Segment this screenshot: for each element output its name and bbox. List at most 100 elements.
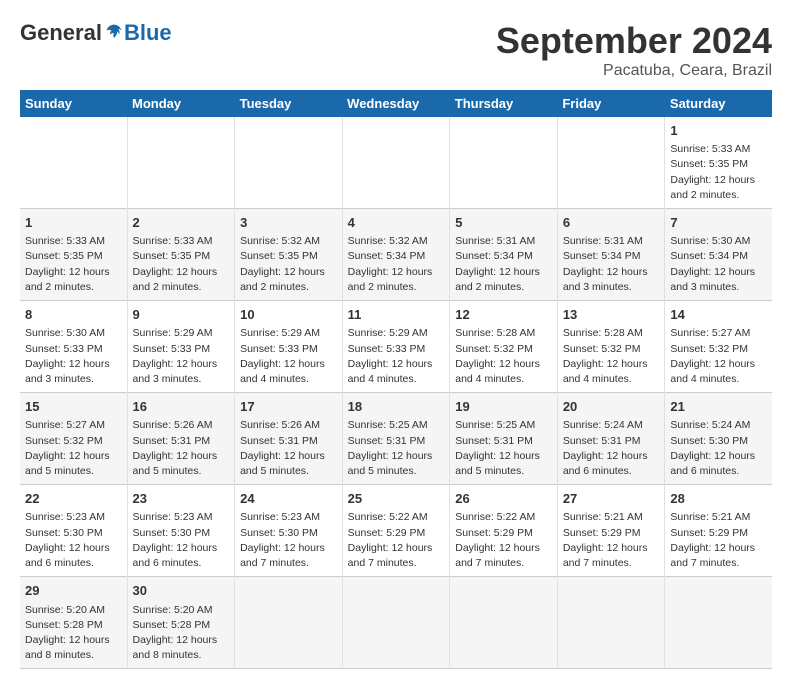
calendar-cell: 9Sunrise: 5:29 AMSunset: 5:33 PMDaylight… xyxy=(127,301,235,393)
calendar-week-row: 22 Sunrise: 5:23 AMSunset: 5:30 PMDayligh… xyxy=(20,485,772,577)
calendar-cell: 4Sunrise: 5:32 AMSunset: 5:34 PMDaylight… xyxy=(342,209,450,301)
day-info: Sunrise: 5:26 AMSunset: 5:31 PMDaylight:… xyxy=(133,418,230,479)
calendar-cell: 12 Sunrise: 5:28 AMSunset: 5:32 PMDayligh… xyxy=(450,301,558,393)
header-friday: Friday xyxy=(557,90,665,117)
day-info: Sunrise: 5:30 AMSunset: 5:33 PMDaylight:… xyxy=(25,326,122,387)
day-info: Sunrise: 5:30 AMSunset: 5:34 PMDaylight:… xyxy=(670,234,767,295)
calendar-week-row: 1 Sunrise: 5:33 AMSunset: 5:35 PMDaylight… xyxy=(20,209,772,301)
calendar-cell xyxy=(450,577,558,669)
header-sunday: Sunday xyxy=(20,90,127,117)
header-thursday: Thursday xyxy=(450,90,558,117)
header-tuesday: Tuesday xyxy=(235,90,343,117)
calendar-cell: 29Sunrise: 5:20 AMSunset: 5:28 PMDayligh… xyxy=(20,577,127,669)
day-number: 14 xyxy=(670,306,767,324)
day-info: Sunrise: 5:33 AMSunset: 5:35 PMDaylight:… xyxy=(670,142,767,203)
header-monday: Monday xyxy=(127,90,235,117)
day-number: 29 xyxy=(25,582,122,600)
day-number: 5 xyxy=(455,214,552,232)
day-info: Sunrise: 5:29 AMSunset: 5:33 PMDaylight:… xyxy=(133,326,230,387)
calendar-cell: 5 Sunrise: 5:31 AMSunset: 5:34 PMDaylight… xyxy=(450,209,558,301)
day-number: 25 xyxy=(348,490,445,508)
calendar-cell: 27 Sunrise: 5:21 AMSunset: 5:29 PMDayligh… xyxy=(557,485,665,577)
day-info: Sunrise: 5:26 AMSunset: 5:31 PMDaylight:… xyxy=(240,418,337,479)
day-number: 24 xyxy=(240,490,337,508)
calendar-cell xyxy=(557,117,665,209)
day-info: Sunrise: 5:31 AMSunset: 5:34 PMDaylight:… xyxy=(563,234,660,295)
calendar-cell: 28 Sunrise: 5:21 AMSunset: 5:29 PMDayligh… xyxy=(665,485,772,577)
month-title: September 2024 xyxy=(496,20,772,62)
calendar-table: SundayMondayTuesdayWednesdayThursdayFrid… xyxy=(20,90,772,669)
day-info: Sunrise: 5:27 AMSunset: 5:32 PMDaylight:… xyxy=(25,418,122,479)
day-info: Sunrise: 5:21 AMSunset: 5:29 PMDaylight:… xyxy=(563,510,660,571)
calendar-cell xyxy=(557,577,665,669)
day-info: Sunrise: 5:33 AMSunset: 5:35 PMDaylight:… xyxy=(133,234,230,295)
logo-blue: Blue xyxy=(124,20,172,46)
day-info: Sunrise: 5:23 AMSunset: 5:30 PMDaylight:… xyxy=(240,510,337,571)
calendar-cell: 1 Sunrise: 5:33 AMSunset: 5:35 PMDaylight… xyxy=(665,117,772,209)
calendar-cell: 23Sunrise: 5:23 AMSunset: 5:30 PMDayligh… xyxy=(127,485,235,577)
calendar-cell xyxy=(235,577,343,669)
day-info: Sunrise: 5:27 AMSunset: 5:32 PMDaylight:… xyxy=(670,326,767,387)
day-number: 17 xyxy=(240,398,337,416)
calendar-cell xyxy=(127,117,235,209)
day-info: Sunrise: 5:22 AMSunset: 5:29 PMDaylight:… xyxy=(348,510,445,571)
day-number: 1 xyxy=(670,122,767,140)
day-number: 10 xyxy=(240,306,337,324)
calendar-cell: 25 Sunrise: 5:22 AMSunset: 5:29 PMDayligh… xyxy=(342,485,450,577)
calendar-cell: 30Sunrise: 5:20 AMSunset: 5:28 PMDayligh… xyxy=(127,577,235,669)
day-info: Sunrise: 5:32 AMSunset: 5:35 PMDaylight:… xyxy=(240,234,337,295)
calendar-header-row: SundayMondayTuesdayWednesdayThursdayFrid… xyxy=(20,90,772,117)
day-number: 7 xyxy=(670,214,767,232)
calendar-cell: 22 Sunrise: 5:23 AMSunset: 5:30 PMDayligh… xyxy=(20,485,127,577)
day-info: Sunrise: 5:25 AMSunset: 5:31 PMDaylight:… xyxy=(455,418,552,479)
logo-general: General xyxy=(20,20,102,46)
calendar-cell: 15Sunrise: 5:27 AMSunset: 5:32 PMDayligh… xyxy=(20,393,127,485)
header-wednesday: Wednesday xyxy=(342,90,450,117)
day-number: 28 xyxy=(670,490,767,508)
day-number: 18 xyxy=(348,398,445,416)
calendar-cell: 13 Sunrise: 5:28 AMSunset: 5:32 PMDayligh… xyxy=(557,301,665,393)
day-number: 3 xyxy=(240,214,337,232)
calendar-cell xyxy=(235,117,343,209)
day-info: Sunrise: 5:21 AMSunset: 5:29 PMDaylight:… xyxy=(670,510,767,571)
day-number: 21 xyxy=(670,398,767,416)
header: General Blue September 2024 Pacatuba, Ce… xyxy=(20,20,772,80)
day-number: 26 xyxy=(455,490,552,508)
calendar-week-row: 15Sunrise: 5:27 AMSunset: 5:32 PMDayligh… xyxy=(20,393,772,485)
day-number: 2 xyxy=(133,214,230,232)
calendar-cell: 18 Sunrise: 5:25 AMSunset: 5:31 PMDayligh… xyxy=(342,393,450,485)
day-info: Sunrise: 5:31 AMSunset: 5:34 PMDaylight:… xyxy=(455,234,552,295)
day-info: Sunrise: 5:24 AMSunset: 5:31 PMDaylight:… xyxy=(563,418,660,479)
day-info: Sunrise: 5:24 AMSunset: 5:30 PMDaylight:… xyxy=(670,418,767,479)
calendar-cell: 21 Sunrise: 5:24 AMSunset: 5:30 PMDayligh… xyxy=(665,393,772,485)
calendar-cell: 10 Sunrise: 5:29 AMSunset: 5:33 PMDayligh… xyxy=(235,301,343,393)
calendar-cell: 7 Sunrise: 5:30 AMSunset: 5:34 PMDaylight… xyxy=(665,209,772,301)
day-info: Sunrise: 5:23 AMSunset: 5:30 PMDaylight:… xyxy=(25,510,122,571)
day-info: Sunrise: 5:29 AMSunset: 5:33 PMDaylight:… xyxy=(240,326,337,387)
calendar-cell: 14 Sunrise: 5:27 AMSunset: 5:32 PMDayligh… xyxy=(665,301,772,393)
calendar-week-row: 1 Sunrise: 5:33 AMSunset: 5:35 PMDaylight… xyxy=(20,117,772,209)
day-number: 22 xyxy=(25,490,122,508)
day-info: Sunrise: 5:25 AMSunset: 5:31 PMDaylight:… xyxy=(348,418,445,479)
day-number: 27 xyxy=(563,490,660,508)
calendar-week-row: 8Sunrise: 5:30 AMSunset: 5:33 PMDaylight… xyxy=(20,301,772,393)
calendar-cell: 26Sunrise: 5:22 AMSunset: 5:29 PMDayligh… xyxy=(450,485,558,577)
day-info: Sunrise: 5:28 AMSunset: 5:32 PMDaylight:… xyxy=(455,326,552,387)
day-info: Sunrise: 5:28 AMSunset: 5:32 PMDaylight:… xyxy=(563,326,660,387)
calendar-cell: 6Sunrise: 5:31 AMSunset: 5:34 PMDaylight… xyxy=(557,209,665,301)
day-info: Sunrise: 5:29 AMSunset: 5:33 PMDaylight:… xyxy=(348,326,445,387)
day-number: 30 xyxy=(133,582,230,600)
day-number: 19 xyxy=(455,398,552,416)
calendar-cell: 20Sunrise: 5:24 AMSunset: 5:31 PMDayligh… xyxy=(557,393,665,485)
day-number: 11 xyxy=(348,306,445,324)
day-number: 13 xyxy=(563,306,660,324)
calendar-cell xyxy=(342,577,450,669)
title-section: September 2024 Pacatuba, Ceara, Brazil xyxy=(496,20,772,80)
calendar-cell xyxy=(342,117,450,209)
calendar-week-row: 29Sunrise: 5:20 AMSunset: 5:28 PMDayligh… xyxy=(20,577,772,669)
day-number: 23 xyxy=(133,490,230,508)
day-number: 1 xyxy=(25,214,122,232)
day-number: 12 xyxy=(455,306,552,324)
day-info: Sunrise: 5:33 AMSunset: 5:35 PMDaylight:… xyxy=(25,234,122,295)
logo-bird-icon xyxy=(104,23,124,43)
